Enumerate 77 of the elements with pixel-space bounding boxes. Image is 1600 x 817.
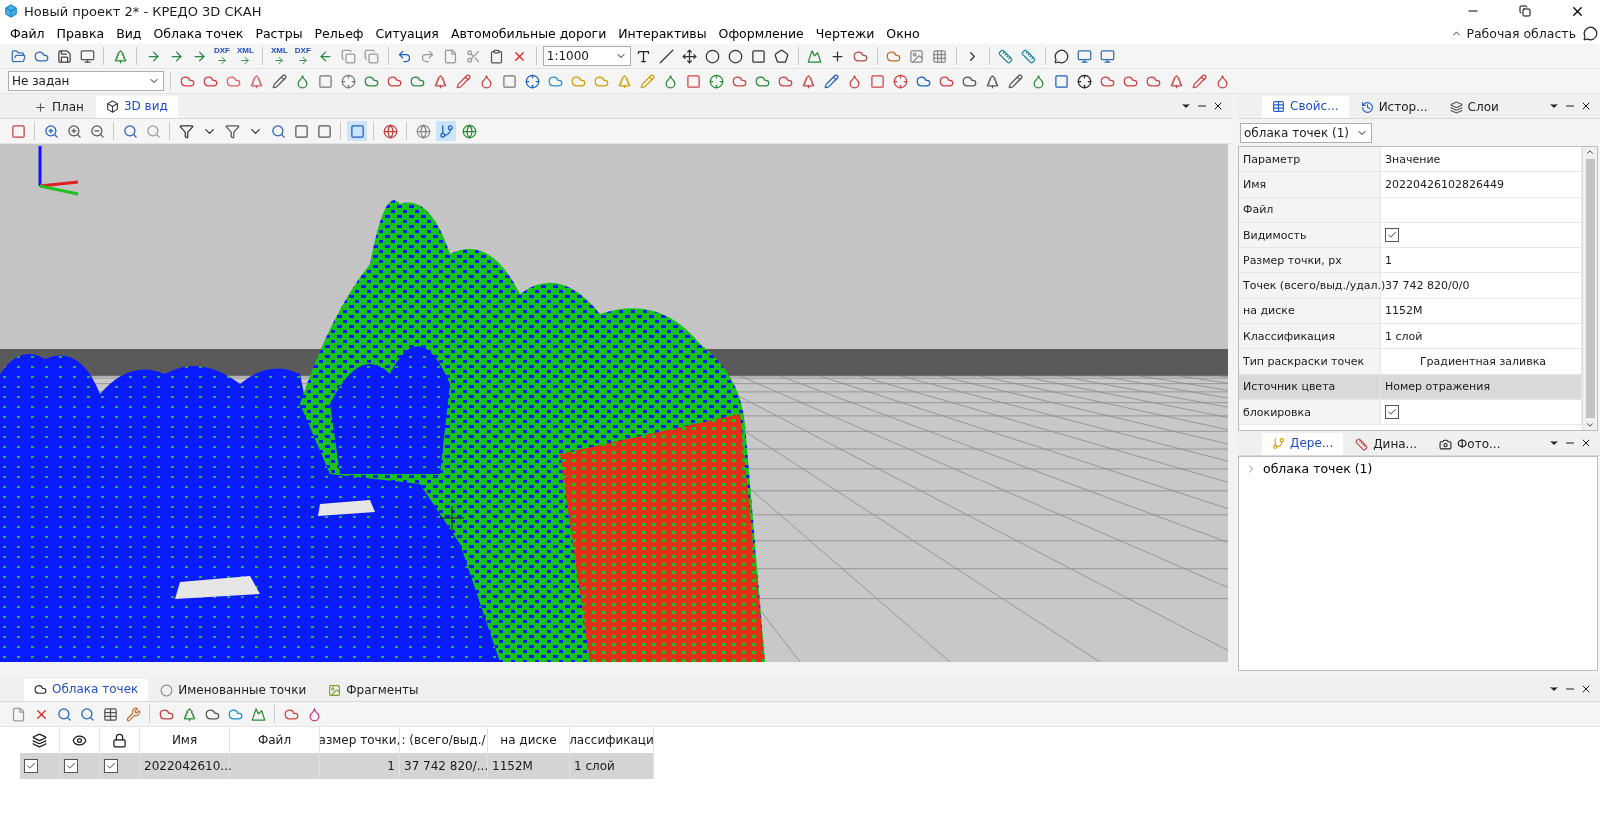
- arrow-icon: [216, 55, 228, 66]
- property-name: Видимость: [1239, 222, 1381, 248]
- export-button[interactable]: XML: [268, 46, 290, 66]
- table-row[interactable]: 2022042610... 1 37 742 820/... 1152M 1 слой: [20, 753, 654, 779]
- export-button[interactable]: DXF: [212, 46, 232, 66]
- arrow-icon: [273, 55, 286, 66]
- camera-icon: [1439, 437, 1453, 451]
- checkbox[interactable]: [104, 759, 118, 773]
- menu-item[interactable]: Растры: [249, 23, 309, 43]
- menu-item[interactable]: Правка: [50, 23, 111, 43]
- workspace-label[interactable]: Рабочая область: [1466, 25, 1576, 41]
- panel-tab[interactable]: Облака точек: [24, 679, 149, 701]
- app-logo-icon: [4, 4, 18, 18]
- restore-icon: [1519, 5, 1531, 17]
- property-name: на диске: [1239, 298, 1381, 324]
- table-cell: 37 742 820/...: [400, 753, 488, 779]
- checkbox[interactable]: [1385, 405, 1399, 420]
- object-dropdown[interactable]: облака точек (1): [1240, 123, 1372, 143]
- layer-dropdown[interactable]: Не задан: [8, 71, 164, 91]
- table-icon: [1272, 99, 1285, 113]
- export-button[interactable]: DXF: [292, 46, 313, 66]
- check-icon: [106, 761, 116, 771]
- column-header: Параметр: [1239, 147, 1381, 172]
- property-name: Классификация: [1239, 324, 1381, 349]
- arrow-icon: [239, 55, 252, 66]
- arrow-icon: [296, 55, 309, 66]
- checkbox[interactable]: [1385, 228, 1399, 243]
- menu-item[interactable]: Интерактивы: [612, 23, 713, 43]
- scrollbar-thumb[interactable]: [1585, 159, 1595, 418]
- property-name: Файл: [1239, 197, 1381, 222]
- export-button[interactable]: XML: [235, 46, 256, 66]
- frame-icon[interactable]: [347, 121, 367, 141]
- cloud-icon: [34, 682, 47, 696]
- history-icon: [1360, 100, 1374, 114]
- image-icon: [328, 683, 342, 697]
- menu-item[interactable]: Облака точек: [147, 23, 250, 43]
- menu-item[interactable]: Оформление: [712, 23, 810, 43]
- table-cell: 1152M: [488, 753, 570, 779]
- scroll-up-icon: [1585, 147, 1595, 157]
- table-cell: 1: [320, 753, 400, 779]
- menu-item[interactable]: Чертежи: [809, 23, 881, 43]
- menu-item[interactable]: Файл: [4, 23, 51, 43]
- window-title: Новый проект 2* - КРЕДО 3D СКАН: [24, 3, 263, 19]
- circle-icon: [160, 683, 174, 697]
- menu-item[interactable]: Автомобильные дороги: [444, 23, 613, 43]
- close-icon[interactable]: [1580, 683, 1592, 695]
- close-icon[interactable]: [1212, 100, 1224, 112]
- menu-item[interactable]: Рельеф: [308, 23, 370, 43]
- property-name: Тип раскраски точек: [1239, 349, 1381, 374]
- layers-icon: [32, 732, 47, 748]
- checkbox[interactable]: [64, 759, 78, 773]
- tree-item[interactable]: облака точек (1): [1245, 461, 1373, 476]
- close-icon[interactable]: [1580, 437, 1592, 449]
- lock-icon: [112, 732, 127, 748]
- panel-tab[interactable]: Свойс...: [1262, 96, 1349, 118]
- property-name: Размер точки, px: [1239, 248, 1381, 273]
- panel-tab[interactable]: Дере...: [1262, 433, 1344, 455]
- menu-item[interactable]: Вид: [110, 23, 148, 43]
- check-icon: [66, 761, 76, 771]
- eye-icon: [72, 732, 87, 748]
- scroll-down-icon: [1585, 420, 1595, 430]
- table-cell: 2022042610...: [140, 753, 230, 779]
- check-icon: [26, 761, 36, 771]
- property-name: блокировка: [1239, 399, 1381, 425]
- crosshair-cursor-icon: [439, 505, 465, 531]
- table-cell: 1 слой: [570, 753, 654, 779]
- checkbox[interactable]: [24, 759, 38, 773]
- close-icon[interactable]: [1580, 100, 1592, 112]
- cube-icon: [105, 99, 119, 113]
- check-icon: [1387, 230, 1397, 241]
- menu-item[interactable]: Окно: [880, 23, 926, 43]
- property-name: Имя: [1239, 172, 1381, 197]
- menu-item[interactable]: Ситуация: [369, 23, 445, 43]
- check-icon: [1387, 407, 1397, 418]
- scale-dropdown[interactable]: 1:1000: [542, 46, 631, 66]
- view-tab[interactable]: 3D вид: [95, 96, 178, 118]
- layers-icon: [1449, 100, 1463, 114]
